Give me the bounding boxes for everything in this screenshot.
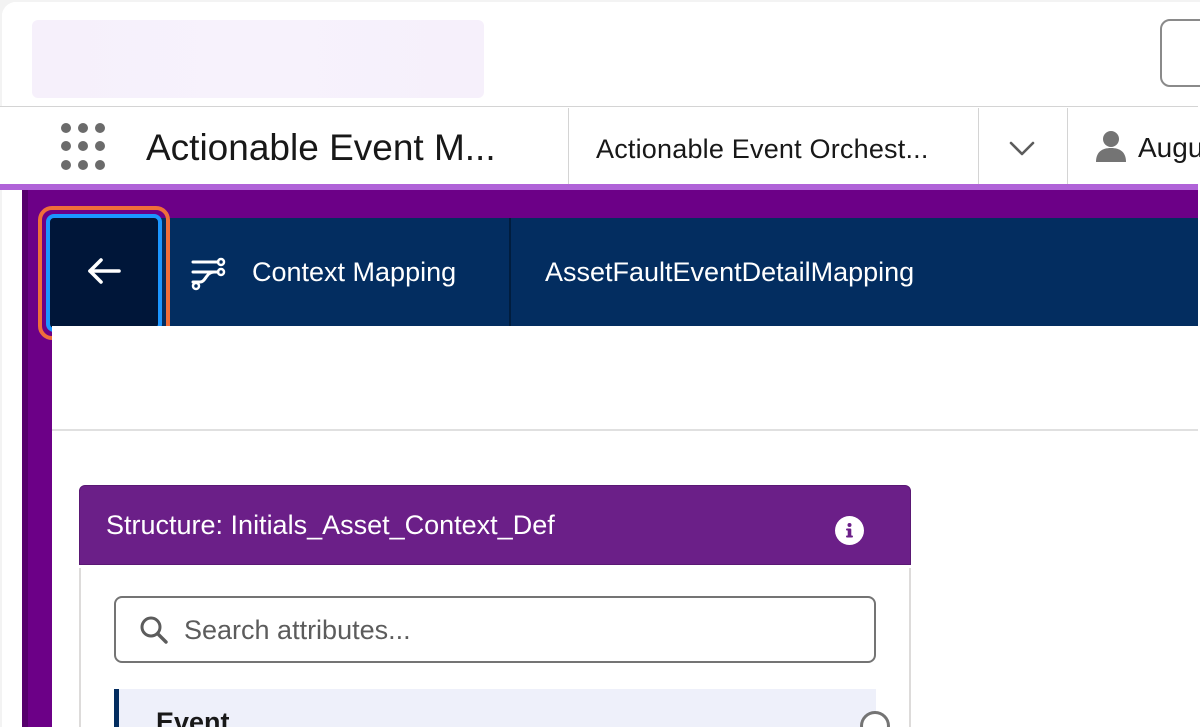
top-header [2,2,1200,108]
org-logo [32,20,484,98]
canvas-divider [52,429,1198,431]
arrow-left-icon [86,256,122,291]
mapping-name: AssetFaultEventDetailMapping [545,257,915,287]
chevron-down-icon[interactable] [1008,134,1036,162]
nav-divider [978,108,979,186]
search-icon [138,614,170,646]
info-icon[interactable] [835,516,864,545]
nav-divider [1067,108,1068,186]
flow-icon [190,255,226,291]
context-mapping-label: Context Mapping [252,257,457,287]
user-menu[interactable]: Augu [1094,130,1200,166]
app-name: Actionable Event M... [146,127,496,168]
header-divider [509,218,511,326]
structure-title: Structure: Initials_Asset_Context_Def [106,510,555,540]
waffle-icon[interactable] [60,122,110,172]
top-right-button[interactable] [1160,19,1200,87]
user-name: Augu [1138,132,1200,163]
tree-item-label: Event [156,707,230,727]
builder-left-rail [22,190,28,727]
search-input[interactable] [184,608,844,652]
back-button[interactable] [46,214,162,332]
nav-tab-actionable-event-orchestration[interactable]: Actionable Event Orchest... [596,134,929,165]
nav-divider [568,108,569,186]
user-icon [1094,129,1128,168]
